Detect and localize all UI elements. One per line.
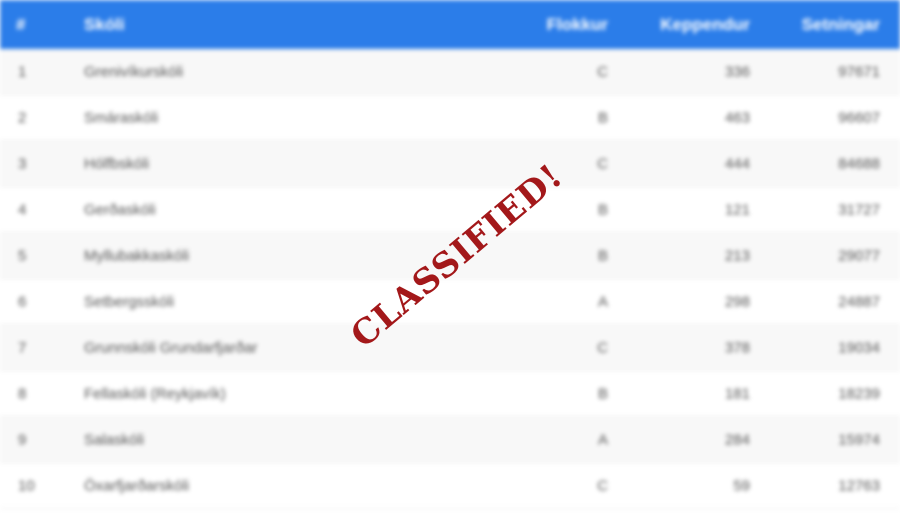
row-competitors: 181 — [724, 385, 750, 402]
row-sentences: 97671 — [838, 63, 880, 80]
row-category: C — [597, 477, 608, 494]
row-sentences: 96607 — [838, 109, 880, 126]
row-competitors: 463 — [724, 109, 750, 126]
table-row[interactable]: 4 Gerðaskóli B 121 31727 — [0, 187, 900, 233]
row-sentences: 19034 — [838, 339, 880, 356]
table-row[interactable]: 7 Grunnskóli Grundarfjarðar C 378 19034 — [0, 325, 900, 371]
header-category[interactable]: Flokkur — [547, 15, 608, 35]
row-school: Öxarfjarðarskóli — [84, 477, 190, 494]
table-row[interactable]: 9 Salaskóli A 284 15974 — [0, 417, 900, 463]
row-sentences: 18239 — [838, 385, 880, 402]
row-competitors: 284 — [724, 431, 750, 448]
row-num: 6 — [18, 293, 27, 310]
row-category: B — [597, 109, 608, 126]
header-school[interactable]: Skóli — [84, 15, 125, 35]
row-school: Salaskóli — [84, 431, 145, 448]
row-category: B — [597, 201, 608, 218]
row-competitors: 378 — [724, 339, 750, 356]
row-competitors: 336 — [724, 63, 750, 80]
table-row[interactable]: 1 Grenivíkurskóli C 336 97671 — [0, 49, 900, 95]
row-num: 3 — [18, 155, 27, 172]
row-num: 8 — [18, 385, 27, 402]
row-competitors: 298 — [724, 293, 750, 310]
row-category: B — [597, 247, 608, 264]
row-num: 1 — [18, 63, 27, 80]
table-row[interactable]: 10 Öxarfjarðarskóli C 59 12763 — [0, 463, 900, 509]
row-school: Gerðaskóli — [84, 201, 156, 218]
row-category: C — [597, 63, 608, 80]
row-num: 9 — [18, 431, 27, 448]
row-school: Smáraskóli — [84, 109, 159, 126]
row-sentences: 29077 — [838, 247, 880, 264]
row-competitors: 444 — [724, 155, 750, 172]
table-header: # Skóli Flokkur Keppendur Setningar — [0, 0, 900, 49]
row-sentences: 31727 — [838, 201, 880, 218]
row-sentences: 15974 — [838, 431, 880, 448]
row-sentences: 12763 — [838, 477, 880, 494]
row-num: 2 — [18, 109, 27, 126]
row-sentences: 84688 — [838, 155, 880, 172]
row-school: Myllubakkaskóli — [84, 247, 190, 264]
row-competitors: 213 — [724, 247, 750, 264]
row-competitors: 121 — [724, 201, 750, 218]
row-school: Setbergsskóli — [84, 293, 175, 310]
row-school: Fellaskóli (Reykjavík) — [84, 385, 226, 402]
row-sentences: 24887 — [838, 293, 880, 310]
header-competitors[interactable]: Keppendur — [660, 15, 750, 35]
page: # Skóli Flokkur Keppendur Setningar 1 Gre… — [0, 0, 900, 520]
header-num[interactable]: # — [16, 15, 25, 35]
row-category: A — [597, 431, 608, 448]
row-competitors: 59 — [733, 477, 750, 494]
row-category: C — [597, 155, 608, 172]
row-num: 7 — [18, 339, 27, 356]
table-row[interactable]: 8 Fellaskóli (Reykjavík) B 181 18239 — [0, 371, 900, 417]
row-num: 5 — [18, 247, 27, 264]
row-num: 4 — [18, 201, 27, 218]
row-school: Grunnskóli Grundarfjarðar — [84, 339, 258, 356]
row-school: Grenivíkurskóli — [84, 63, 184, 80]
row-category: C — [597, 339, 608, 356]
row-category: A — [597, 293, 608, 310]
row-num: 10 — [18, 477, 35, 494]
row-category: B — [597, 385, 608, 402]
header-sentences[interactable]: Setningar — [802, 15, 880, 35]
table-row[interactable]: 2 Smáraskóli B 463 96607 — [0, 95, 900, 141]
table-row[interactable]: 3 Hólfbskóli C 444 84688 — [0, 141, 900, 187]
row-school: Hólfbskóli — [84, 155, 150, 172]
